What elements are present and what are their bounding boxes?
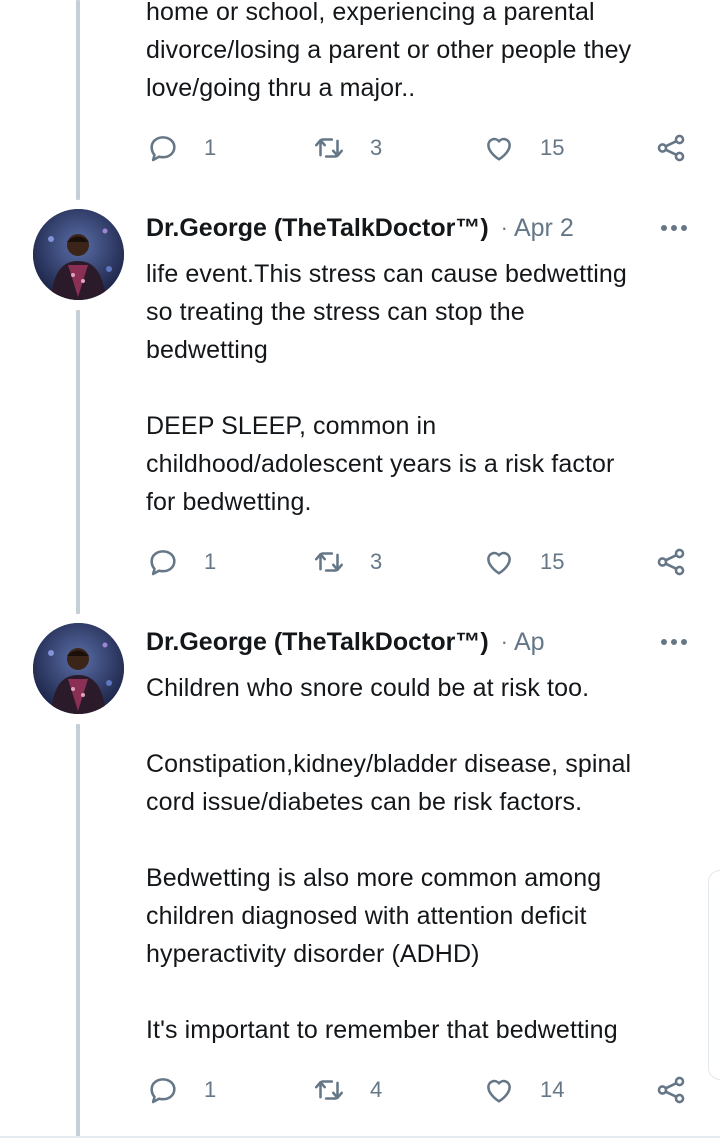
reply-count: 1 [204, 135, 217, 160]
heart-icon [482, 545, 516, 579]
reply-button[interactable]: 1 [146, 1072, 216, 1108]
like-count: 14 [540, 1077, 565, 1102]
avatar-photo [33, 623, 124, 714]
retweet-icon [312, 1073, 346, 1107]
like-count: 15 [540, 135, 565, 160]
like-button[interactable]: 14 [482, 1072, 564, 1108]
retweet-icon [312, 131, 346, 165]
reply-icon [146, 1073, 180, 1107]
avatar-photo [33, 209, 124, 300]
tweet-header: Dr.George (TheTalkDoctor™) · Ap [146, 624, 692, 660]
floating-button-edge[interactable] [708, 870, 720, 1080]
more-options-icon[interactable] [656, 630, 692, 654]
tweet-date[interactable]: Apr 2 [514, 214, 594, 243]
tweet-actions: 1 3 15 [146, 544, 691, 580]
reply-count: 1 [204, 1077, 217, 1102]
avatar[interactable] [33, 209, 124, 300]
like-button[interactable]: 15 [482, 544, 564, 580]
heart-icon [482, 131, 516, 165]
share-button[interactable] [654, 544, 688, 580]
like-count: 15 [540, 549, 565, 574]
tweet-text: home or school, experiencing a parental … [146, 0, 632, 102]
retweet-button[interactable]: 3 [312, 130, 382, 166]
author-name[interactable]: Dr.George (TheTalkDoctor™) [146, 628, 489, 657]
reply-icon [146, 131, 180, 165]
share-icon [654, 1073, 688, 1107]
share-icon [654, 545, 688, 579]
share-button[interactable] [654, 1072, 688, 1108]
tweet-date[interactable]: Ap [514, 628, 594, 657]
share-button[interactable] [654, 130, 688, 166]
reply-button[interactable]: 1 [146, 544, 216, 580]
retweet-count: 3 [370, 549, 383, 574]
heart-icon [482, 1073, 516, 1107]
retweet-icon [312, 545, 346, 579]
tweet-text: life event.This stress can cause bedwett… [146, 260, 627, 516]
avatar[interactable] [33, 623, 124, 714]
separator: · [500, 215, 508, 240]
tweet-actions: 1 4 14 [146, 1072, 691, 1108]
tweet-thread: home or school, experiencing a parental … [0, 0, 720, 1138]
author-name[interactable]: Dr.George (TheTalkDoctor™) [146, 214, 489, 243]
tweet-text: Children who snore could be at risk too.… [146, 674, 632, 1044]
more-options-icon[interactable] [656, 216, 692, 240]
reply-button[interactable]: 1 [146, 130, 216, 166]
thread-connector [76, 0, 80, 200]
retweet-button[interactable]: 4 [312, 1072, 382, 1108]
reply-count: 1 [204, 549, 217, 574]
retweet-button[interactable]: 3 [312, 544, 382, 580]
share-icon [654, 131, 688, 165]
thread-connector [76, 310, 80, 614]
thread-connector [76, 724, 80, 1138]
separator: · [500, 629, 508, 654]
tweet-header: Dr.George (TheTalkDoctor™) · Apr 2 [146, 210, 692, 246]
like-button[interactable]: 15 [482, 130, 564, 166]
retweet-count: 4 [370, 1077, 383, 1102]
retweet-count: 3 [370, 135, 383, 160]
tweet-actions: 1 3 15 [146, 130, 691, 166]
reply-icon [146, 545, 180, 579]
